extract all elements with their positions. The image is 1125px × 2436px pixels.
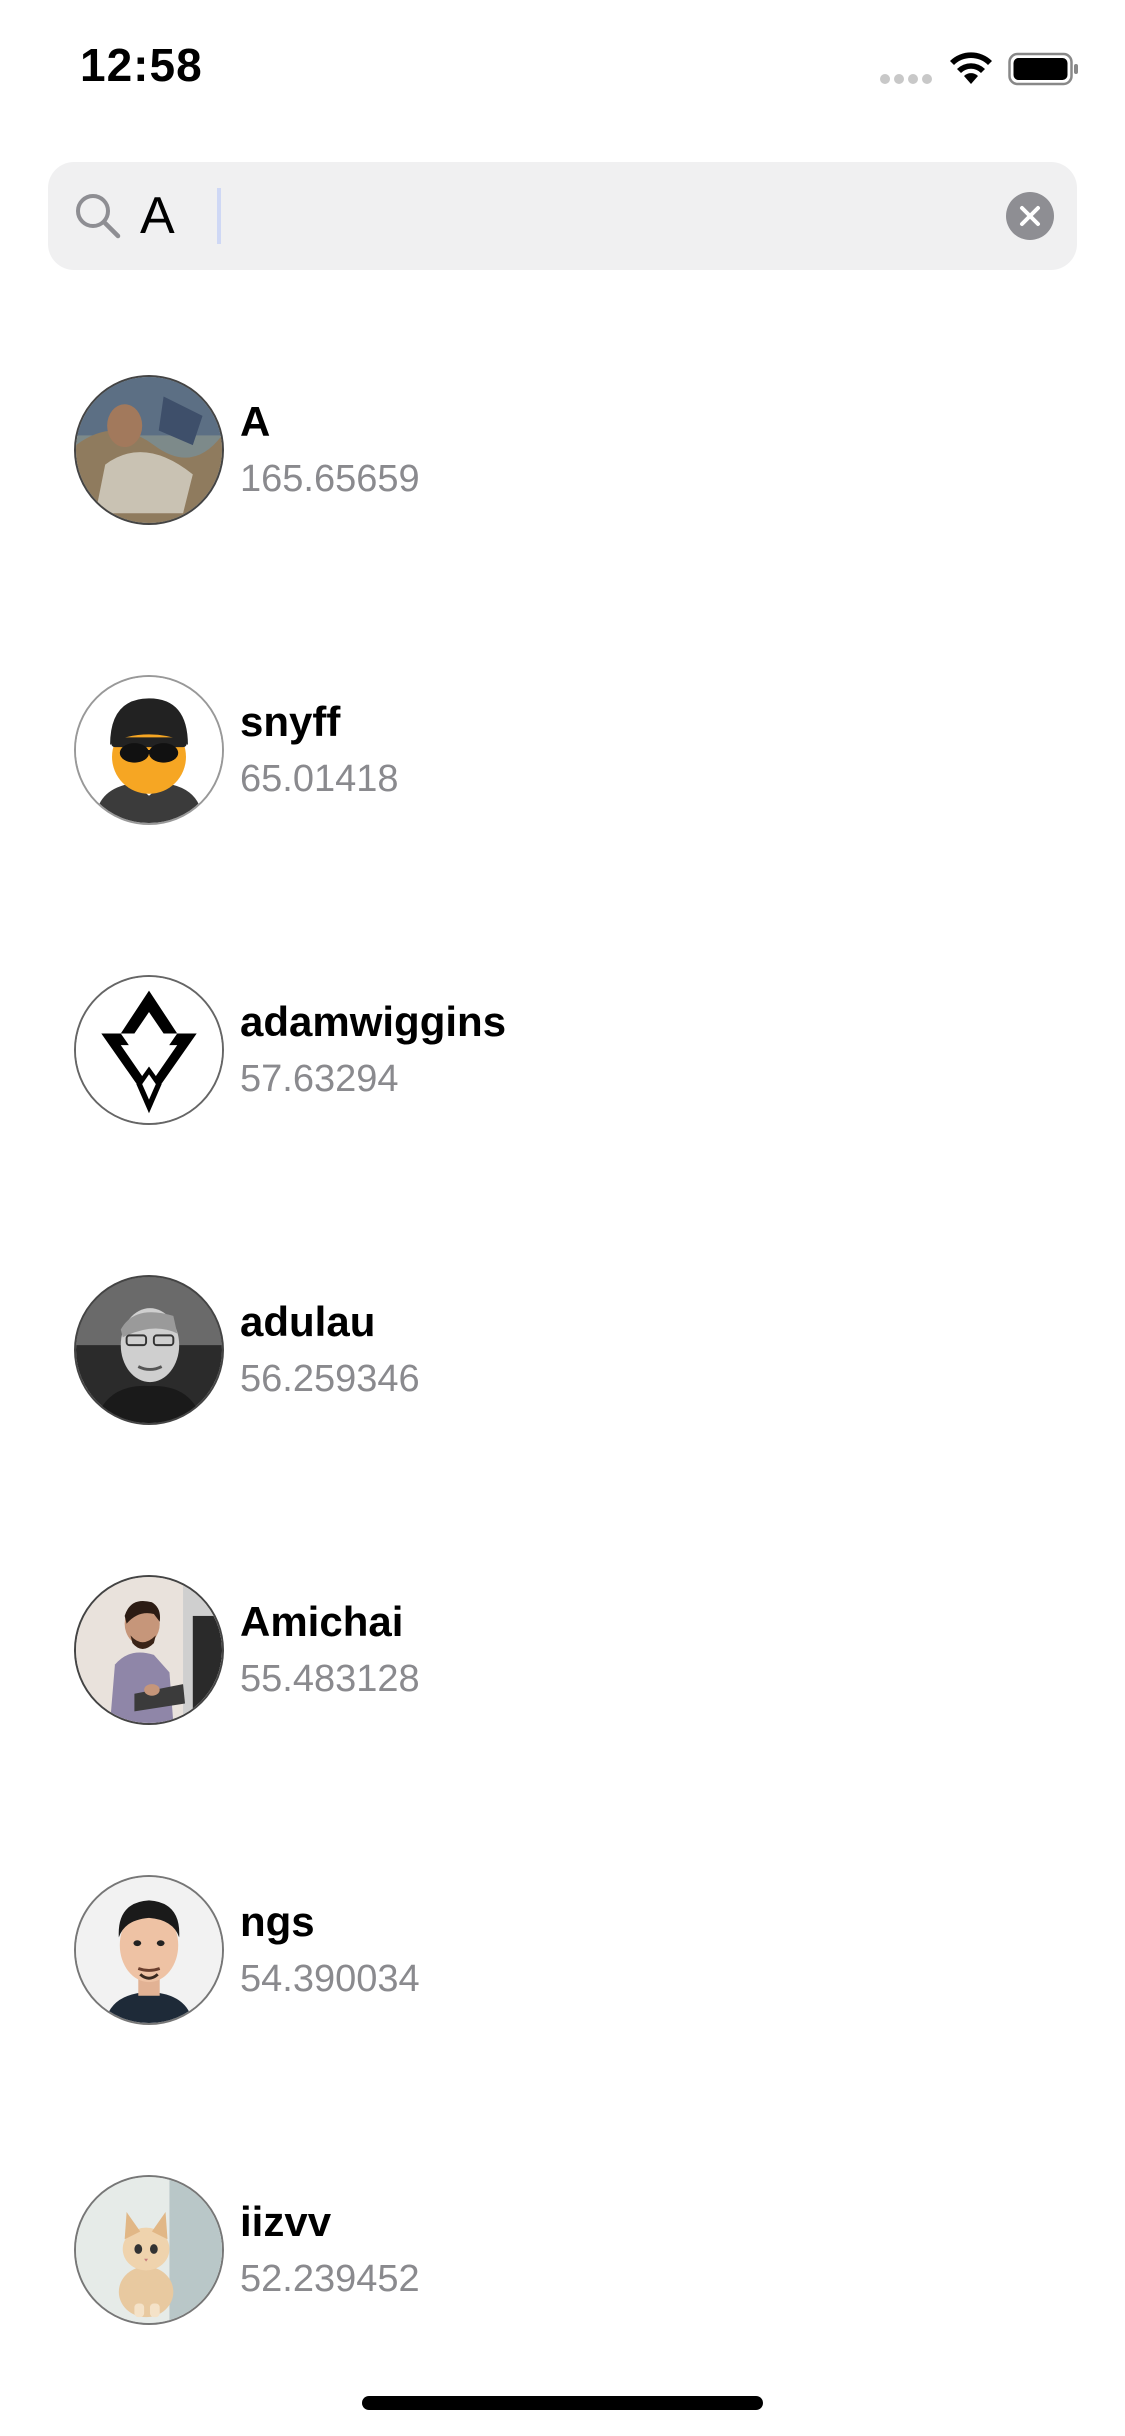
user-score: 54.390034	[240, 1958, 420, 2000]
search-bar[interactable]	[48, 162, 1077, 270]
user-score: 65.01418	[240, 758, 399, 800]
user-name: ngs	[240, 1898, 315, 1945]
user-name: iizvv	[240, 2198, 332, 2245]
user-name: Amichai	[240, 1598, 404, 1645]
close-icon	[1020, 206, 1040, 226]
avatar-cartoon	[74, 675, 224, 825]
home-indicator[interactable]	[362, 2396, 763, 2410]
avatar-person-presenting	[74, 1575, 224, 1725]
list-item[interactable]: iizvv 52.239452	[0, 2100, 1125, 2400]
user-name: adulau	[240, 1298, 376, 1345]
user-score: 55.483128	[240, 1658, 420, 1700]
clear-search-button[interactable]	[1006, 192, 1054, 240]
user-score: 165.65659	[240, 458, 420, 500]
user-name: snyff	[240, 698, 341, 745]
user-score: 56.259346	[240, 1358, 420, 1400]
list-item[interactable]: adulau 56.259346	[0, 1200, 1125, 1500]
user-name: adamwiggins	[240, 998, 507, 1045]
list-item[interactable]: A 165.65659	[0, 300, 1125, 600]
list-item[interactable]: ngs 54.390034	[0, 1800, 1125, 2100]
list-item[interactable]: Amichai 55.483128	[0, 1500, 1125, 1800]
avatar-bw-portrait	[74, 1275, 224, 1425]
cellular-signal-icon	[880, 74, 934, 84]
list-item[interactable]: snyff 65.01418	[0, 600, 1125, 900]
list-item[interactable]: adamwiggins 57.63294	[0, 900, 1125, 1200]
status-time: 12:58	[80, 39, 203, 91]
user-score: 52.239452	[240, 2258, 420, 2300]
avatar-portrait	[74, 1875, 224, 2025]
search-input[interactable]	[140, 180, 1000, 252]
avatar-painting	[74, 375, 224, 525]
avatar-kitten	[74, 2175, 224, 2325]
user-name: A	[240, 398, 271, 445]
wifi-icon	[950, 52, 992, 84]
search-icon	[76, 194, 121, 239]
battery-icon	[1008, 52, 1078, 86]
text-caret	[217, 188, 221, 244]
status-bar: 12:58	[0, 0, 1125, 132]
user-score: 57.63294	[240, 1058, 399, 1100]
avatar-geometric-logo	[74, 975, 224, 1125]
